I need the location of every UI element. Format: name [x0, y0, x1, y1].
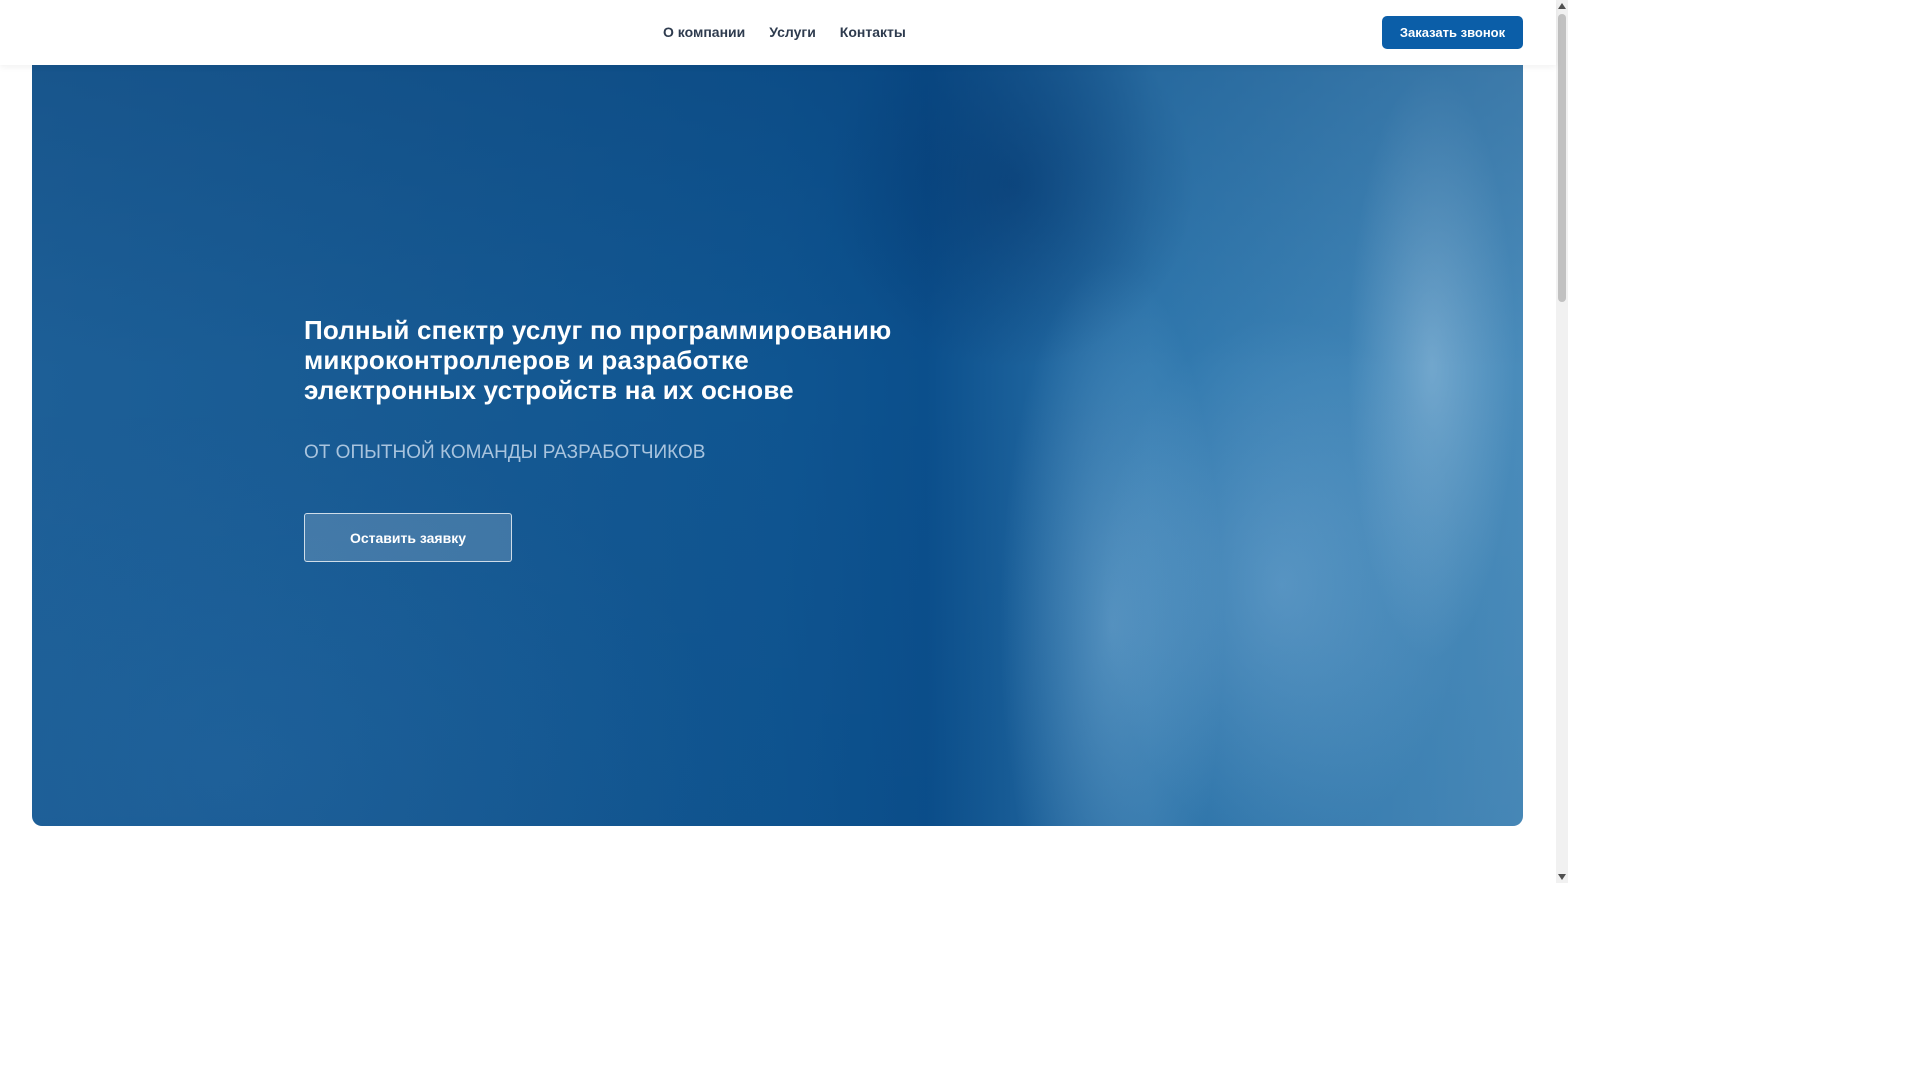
request-callback-button[interactable]: Заказать звонок	[1382, 16, 1523, 49]
vertical-scrollbar[interactable]	[1556, 0, 1568, 883]
scrollbar-thumb[interactable]	[1558, 14, 1566, 302]
hero-title-line: микроконтроллеров и разработке	[304, 345, 749, 375]
hero-title-line: электронных устройств на их основе	[304, 375, 794, 405]
main-nav: О компании Услуги Контакты	[651, 0, 918, 65]
hero-title: Полный спектр услуг по программированию …	[304, 315, 924, 405]
hero-title-line: Полный спектр услуг по программированию	[304, 315, 892, 345]
nav-link-contacts[interactable]: Контакты	[828, 0, 918, 65]
nav-link-services[interactable]: Услуги	[757, 0, 828, 65]
hero-subtitle: ОТ ОПЫТНОЙ КОМАНДЫ РАЗРАБОТЧИКОВ	[304, 442, 706, 463]
site-header: О компании Услуги Контакты Заказать звон…	[0, 0, 1556, 65]
nav-link-about[interactable]: О компании	[651, 0, 757, 65]
page: О компании Услуги Контакты Заказать звон…	[0, 0, 1568, 883]
hero-content: Полный спектр услуг по программированию …	[304, 315, 924, 562]
triangle-up-icon[interactable]	[1556, 0, 1568, 12]
submit-request-button[interactable]: Оставить заявку	[304, 513, 512, 562]
triangle-down-icon[interactable]	[1556, 871, 1568, 883]
hero-banner: Полный спектр услуг по программированию …	[32, 65, 1523, 826]
